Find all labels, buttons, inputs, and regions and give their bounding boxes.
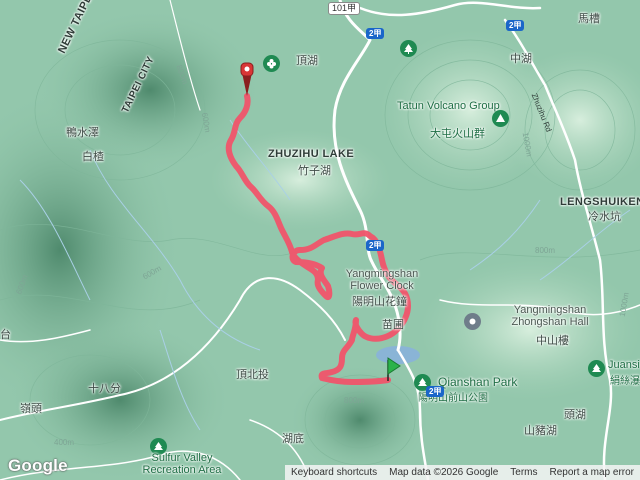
label-toujiao: 頭湖 bbox=[564, 409, 586, 421]
label-shuiduo: 鴨水澤 bbox=[66, 127, 99, 139]
label-zhuzihu-lake: ZHUZIHU LAKE bbox=[268, 148, 355, 160]
road-shield-2a: 2甲 bbox=[506, 20, 525, 31]
label-zhuzihu-lake-zh: 竹子湖 bbox=[298, 165, 331, 177]
label-dingbeitou: 頂北投 bbox=[236, 369, 269, 381]
label-zhonghu: 中湖 bbox=[510, 53, 532, 65]
landmark-icon-zhongshan-hall[interactable] bbox=[464, 313, 481, 330]
label-matsao: 馬槽 bbox=[578, 13, 600, 25]
label-zhongshan-hall-zh: 中山樓 bbox=[536, 335, 569, 347]
map-data-text: Map data ©2026 Google bbox=[389, 467, 499, 478]
report-map-error-link[interactable]: Report a map error bbox=[544, 467, 640, 478]
keyboard-shortcuts-link[interactable]: Keyboard shortcuts bbox=[285, 467, 383, 478]
label-tingtou: 嶺頭 bbox=[20, 403, 42, 415]
road-shield-2a: 2甲 bbox=[366, 240, 385, 251]
road-shield-101a: 101甲 bbox=[328, 2, 361, 15]
label-lengshuikeng: LENGSHUIKENG bbox=[560, 196, 640, 208]
park-icon-tatun[interactable] bbox=[492, 110, 509, 127]
park-icon-north[interactable] bbox=[400, 40, 417, 57]
label-sulfur-valley[interactable]: Sulfur Valley Recreation Area bbox=[132, 452, 232, 476]
label-tatun-volcano-group-zh: 大屯火山群 bbox=[430, 128, 485, 140]
attribution-bar: Keyboard shortcuts Map data ©2026 Google… bbox=[284, 465, 640, 480]
label-miaopu: 苗圃 bbox=[382, 319, 404, 331]
label-lengshuikeng-zh: 冷水坑 bbox=[588, 211, 621, 223]
contour-label: 800m bbox=[535, 246, 556, 255]
label-flower-clock-zh: 陽明山花鐘 bbox=[352, 296, 407, 308]
label-tatun-volcano-group[interactable]: Tatun Volcano Group bbox=[397, 100, 500, 112]
road-shield-2a: 2甲 bbox=[426, 386, 445, 397]
label-zhongshan-hall[interactable]: Yangmingshan Zhongshan Hall bbox=[490, 304, 610, 328]
google-logo: Google bbox=[8, 456, 68, 475]
label-tai: 台 bbox=[0, 329, 11, 341]
label-qianshan-park[interactable]: Qianshan Park bbox=[438, 375, 517, 389]
label-shanzhuhu: 山豬湖 bbox=[524, 425, 557, 437]
road-shield-2a: 2甲 bbox=[366, 28, 385, 39]
contour-label: 400m bbox=[54, 438, 75, 447]
map-canvas[interactable] bbox=[0, 0, 640, 480]
label-juansi[interactable]: Juansi bbox=[608, 359, 640, 371]
label-juansi-zh: 絹絲瀑 bbox=[610, 376, 640, 387]
contour-label: 800m bbox=[344, 396, 365, 405]
label-dinghu: 頂湖 bbox=[296, 55, 318, 67]
label-hudi: 湖底 bbox=[282, 433, 304, 445]
label-flower-clock[interactable]: Yangmingshan Flower Clock bbox=[332, 268, 432, 292]
label-shibafen: 十八分 bbox=[88, 383, 121, 395]
flower-icon[interactable] bbox=[263, 55, 280, 72]
park-icon-juansi[interactable] bbox=[588, 360, 605, 377]
terms-link[interactable]: Terms bbox=[504, 467, 543, 478]
label-baihu: 白楂 bbox=[82, 151, 104, 163]
